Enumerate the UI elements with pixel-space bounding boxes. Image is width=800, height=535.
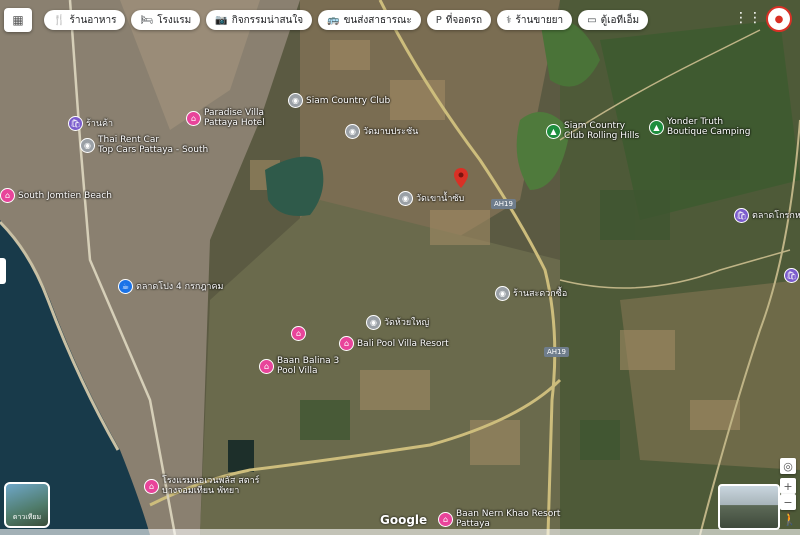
pharmacy-icon: ⚕ xyxy=(506,14,512,26)
chip-restaurants[interactable]: 🍴 ร้านอาหาร xyxy=(44,10,126,30)
restaurant-icon: 🍴 xyxy=(53,14,66,26)
apps-grid-icon[interactable]: ⋮⋮ xyxy=(734,10,762,26)
google-logo: Google xyxy=(380,513,428,527)
chip-label: กิจกรรมน่าสนใจ xyxy=(231,14,304,26)
place-paradise-villa[interactable]: ⌂ Paradise Villa Pattaya Hotel xyxy=(186,108,265,128)
hotel-marker-icon[interactable]: ⌂ xyxy=(0,188,15,203)
place-label: Siam Country Club Rolling Hills xyxy=(564,121,640,141)
place-pattaya-garden[interactable]: 🛍สวนเกษตร พัทยา xyxy=(784,268,800,283)
place-label: วัดมาบประชัน xyxy=(363,126,419,137)
place-huaiyai-market[interactable]: 🛍ตลาดโกรกหมากตาย xyxy=(734,208,800,223)
map-footer xyxy=(0,529,800,535)
chip-label: ตู้เอทีเอ็ม xyxy=(600,14,640,26)
road-shield: AH19 xyxy=(491,199,516,209)
place-hotel-mid-1[interactable]: ⌂ xyxy=(291,326,306,341)
place-label: ร้านค้า xyxy=(86,118,114,129)
place-siam-country-rolling-hills[interactable]: ▲ Siam Country Club Rolling Hills xyxy=(546,121,639,141)
place-label: ตลาดโปง 4 กรกฎาคม xyxy=(136,281,224,292)
chip-label: ร้านอาหาร xyxy=(69,14,117,26)
place-label: South Jomtien Beach xyxy=(18,190,112,201)
chip-parking[interactable]: P ที่จอดรถ xyxy=(426,10,492,30)
place-temple-north[interactable]: ◉ วัดมาบประชัน xyxy=(345,124,418,139)
place-label: Siam Country Club xyxy=(306,95,391,106)
place-school-mid[interactable]: ◉ ร้านสะดวกซื้อ xyxy=(495,286,567,301)
place-temple-south[interactable]: ◉ วัดห้วยใหญ่ xyxy=(366,315,429,330)
atm-icon: ▭ xyxy=(587,14,597,26)
chip-things-to-do[interactable]: 📷 กิจกรรมน่าสนใจ xyxy=(206,10,313,30)
chip-transit[interactable]: 🚌 ขนส่งสาธารณะ xyxy=(318,10,421,30)
place-label: ตลาดโกรกหมากตาย xyxy=(752,210,800,221)
apps-button[interactable]: ▦ xyxy=(4,8,32,32)
place-baan-balina[interactable]: ⌂ Baan Balina 3 Pool Villa xyxy=(259,356,339,376)
hotel-marker-icon[interactable]: ⌂ xyxy=(291,326,306,341)
chip-label: ขนส่งสาธารณะ xyxy=(343,14,412,26)
place-baan-nern-khao[interactable]: ⌂ Baan Nern Khao Resort Pattaya xyxy=(438,509,560,529)
green-marker-icon[interactable]: ▲ xyxy=(546,123,561,139)
chip-label: โรงแรม xyxy=(157,14,192,26)
parking-icon: P xyxy=(435,14,442,26)
place-label: ร้านสะดวกซื้อ xyxy=(513,288,568,299)
info-marker-icon[interactable]: ◉ xyxy=(345,124,360,139)
place-shop-north-west[interactable]: 🛍 ร้านค้า xyxy=(68,116,113,131)
hotel-marker-icon[interactable]: ⌂ xyxy=(438,511,453,527)
layers-toggle-button[interactable]: ดาวเทียม xyxy=(4,482,50,528)
info-marker-icon[interactable]: ◉ xyxy=(495,286,510,301)
layers-label: ดาวเทียม xyxy=(12,513,42,521)
place-label: Paradise Villa Pattaya Hotel xyxy=(204,108,265,128)
profile-avatar[interactable]: ● xyxy=(766,6,792,32)
zoom-out-button[interactable]: − xyxy=(780,494,796,510)
info-marker-icon[interactable]: ◉ xyxy=(366,315,381,330)
pegman-icon[interactable]: 🚶 xyxy=(782,512,797,526)
chip-label: ร้านขายยา xyxy=(515,14,564,26)
my-location-icon[interactable]: ◎ xyxy=(780,458,796,474)
selected-location-pin-icon[interactable] xyxy=(454,168,468,188)
hotel-marker-icon[interactable]: ⌂ xyxy=(144,478,159,494)
zoom-in-button[interactable]: + xyxy=(780,478,796,494)
hotel-marker-icon[interactable]: ⌂ xyxy=(186,110,201,126)
place-label: Yonder Truth Boutique Camping xyxy=(667,117,751,137)
hotel-icon: 🛏 xyxy=(140,14,154,26)
road-shield: AH19 xyxy=(544,347,569,357)
place-label: Baan Nern Khao Resort Pattaya xyxy=(456,509,561,529)
place-label: Thai Rent Car Top Cars Pattaya - South xyxy=(98,135,209,155)
place-label: วัดเขาน้ำซับ xyxy=(416,193,465,204)
chip-atms[interactable]: ▭ ตู้เอทีเอ็ม xyxy=(578,10,649,30)
info-marker-icon[interactable]: ◉ xyxy=(288,93,303,108)
place-label: โรงแรมนอเวนพลัส สตาร์ บางจอมเทียน พัทยา xyxy=(162,476,260,496)
place-temple-central[interactable]: ◉ วัดเขาน้ำซับ xyxy=(398,191,464,206)
place-bali-pool-villa[interactable]: ⌂ Bali Pool Villa Resort xyxy=(339,336,449,351)
shop-marker-icon[interactable]: 🛍 xyxy=(68,116,83,131)
bus-icon: 🚌 xyxy=(327,14,340,26)
chip-label: ที่จอดรถ xyxy=(445,14,483,26)
chip-pharmacies[interactable]: ⚕ ร้านขายยา xyxy=(497,10,573,30)
street-view-preview[interactable] xyxy=(718,484,780,530)
place-south-jomtien-beach[interactable]: ⌂ South Jomtien Beach xyxy=(0,188,112,203)
shop-marker-icon[interactable]: 🛍 xyxy=(734,208,749,223)
collapse-panel-handle[interactable] xyxy=(0,258,6,284)
chip-hotels[interactable]: 🛏 โรงแรม xyxy=(131,10,201,30)
place-label: Baan Balina 3 Pool Villa xyxy=(277,356,340,376)
info-marker-icon[interactable]: ◉ xyxy=(80,137,95,153)
hotel-marker-icon[interactable]: ⌂ xyxy=(339,336,354,351)
green-marker-icon[interactable]: ▲ xyxy=(649,119,664,135)
place-yonder-camping[interactable]: ▲ Yonder Truth Boutique Camping xyxy=(649,117,750,137)
info-marker-icon[interactable]: ◉ xyxy=(398,191,413,206)
place-jomtien-food[interactable]: ☕ ตลาดโปง 4 กรกฎาคม xyxy=(118,279,223,294)
camera-icon: 📷 xyxy=(215,14,228,26)
place-top-cars-pattaya[interactable]: ◉ Thai Rent Car Top Cars Pattaya - South xyxy=(80,135,208,155)
shop-marker-icon[interactable]: 🛍 xyxy=(784,268,799,283)
hotel-marker-icon[interactable]: ⌂ xyxy=(259,358,274,374)
blue-marker-icon[interactable]: ☕ xyxy=(118,279,133,294)
place-label: วัดห้วยใหญ่ xyxy=(384,317,430,328)
category-chips: 🍴 ร้านอาหาร 🛏 โรงแรม 📷 กิจกรรมน่าสนใจ 🚌 ขนส่… xyxy=(44,10,649,30)
place-hotel-south-west[interactable]: ⌂ โรงแรมนอเวนพลัส สตาร์ บางจอมเทียน พัทยา xyxy=(144,476,260,496)
satellite-imagery xyxy=(0,0,800,535)
map-canvas[interactable]: ▦ 🍴 ร้านอาหาร 🛏 โรงแรม 📷 กิจกรรมน่าสนใจ 🚌 ขน… xyxy=(0,0,800,535)
place-label: Bali Pool Villa Resort xyxy=(357,338,449,349)
place-siam-country-club[interactable]: ◉ Siam Country Club xyxy=(288,93,390,108)
